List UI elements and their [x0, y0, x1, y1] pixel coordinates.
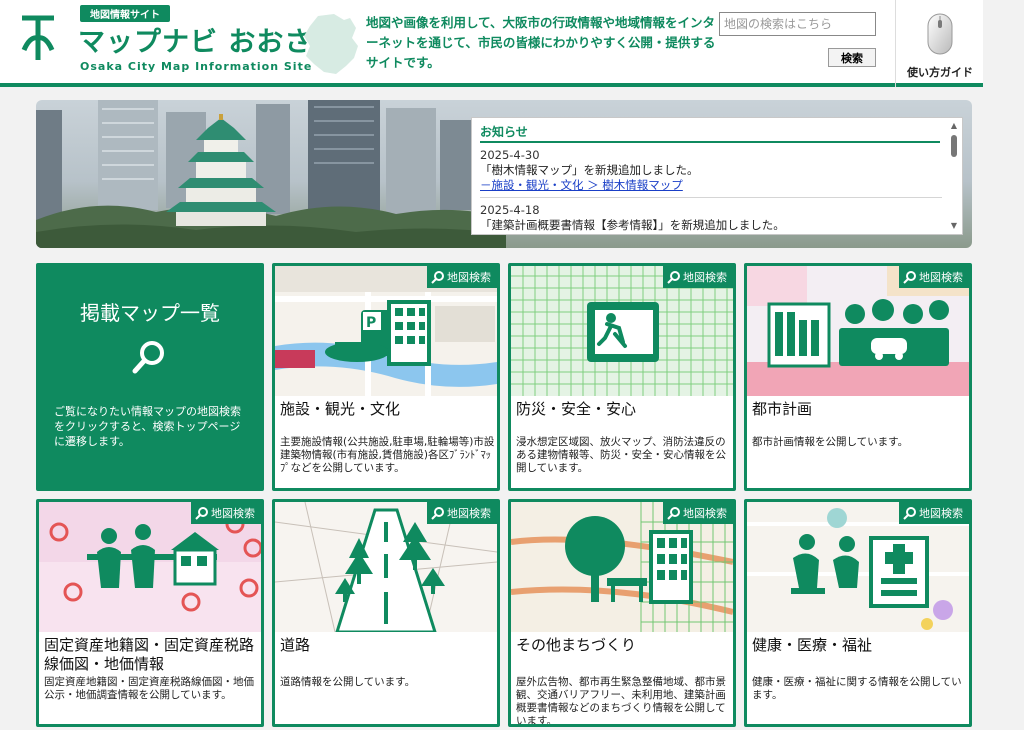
- tile-facilities-tourism-culture[interactable]: P 地図検索 施設・観光・文化 主要施設情報(公共施設,駐車場,駐輪場等)市設建…: [272, 263, 500, 491]
- news-item: 2025-4-30 「樹木情報マップ」を新規追加しました。 －施設・観光・文化 …: [480, 148, 942, 198]
- osaka-city-shape-icon: [304, 14, 358, 74]
- tile-description: 健康・医療・福祉に関する情報を公開しています。: [752, 676, 962, 701]
- map-search-label: 地図検索: [211, 507, 255, 520]
- tile-roads[interactable]: 地図検索 道路 道路情報を公開しています。: [272, 499, 500, 727]
- search-icon: [903, 507, 916, 520]
- news-date: 2025-4-30: [480, 148, 540, 162]
- tile-description: 屋外広告物、都市再生緊急整備地域、都市景観、交通バリアフリー、未利用地、建築計画…: [516, 676, 726, 727]
- search-icon: [431, 507, 444, 520]
- map-list-title: 掲載マップ一覧: [80, 301, 220, 325]
- tile-disaster-safety[interactable]: 地図検索 防災・安全・安心 浸水想定区域図、放火マップ、消防法違反のある建物情報…: [508, 263, 736, 491]
- map-search-badge[interactable]: 地図検索: [191, 502, 261, 524]
- map-list-tile[interactable]: 掲載マップ一覧 ご覧になりたい情報マップの地図検索をクリックすると、検索トップペ…: [36, 263, 264, 491]
- map-list-description: ご覧になりたい情報マップの地図検索をクリックすると、検索トップページに遷移します…: [54, 405, 241, 448]
- tile-title: 都市計画: [752, 400, 813, 418]
- mouse-icon: [927, 13, 953, 55]
- news-list[interactable]: 2025-4-30 「樹木情報マップ」を新規追加しました。 －施設・観光・文化 …: [480, 148, 942, 234]
- search-icon: [195, 507, 208, 520]
- tile-fixed-asset-land-price[interactable]: 地図検索 固定資産地籍図・固定資産税路線価図・地価情報 固定資産地籍図・固定資産…: [36, 499, 264, 727]
- tile-title: その他まちづくり: [516, 636, 637, 654]
- news-text: 「樹木情報マップ」を新規追加しました。: [480, 163, 699, 177]
- site-logo-icon[interactable]: [18, 12, 58, 64]
- map-search-badge[interactable]: 地図検索: [663, 266, 733, 288]
- tile-other-community-development[interactable]: 地図検索 その他まちづくり 屋外広告物、都市再生緊急整備地域、都市景観、交通バリ…: [508, 499, 736, 727]
- tile-title: 施設・観光・文化: [280, 400, 401, 418]
- map-search-input[interactable]: [719, 12, 876, 36]
- news-item: 2025-4-18 「建築計画概要書情報【参考情報】」を新規追加しました。: [480, 203, 942, 234]
- news-divider: [480, 141, 940, 143]
- map-search-label: 地図検索: [919, 271, 963, 284]
- site-header: 地図情報サイト マップナビ おおさか Osaka City Map Inform…: [0, 0, 1024, 87]
- news-date: 2025-4-18: [480, 203, 540, 217]
- tile-description: 道路情報を公開しています。: [280, 676, 416, 688]
- tile-description: 主要施設情報(公共施設,駐車場,駐輪場等)市設建築物情報(市有施設,賃借施設)各…: [280, 436, 495, 474]
- tile-description: 都市計画情報を公開しています。: [752, 436, 909, 448]
- header-spacer: [983, 0, 1024, 87]
- map-search-label: 地図検索: [683, 507, 727, 520]
- news-link[interactable]: －施設・観光・文化 ＞ 樹木情報マップ: [480, 178, 942, 193]
- usage-guide-button[interactable]: 使い方ガイド: [895, 0, 983, 87]
- usage-guide-label: 使い方ガイド: [907, 66, 973, 79]
- tile-description: 固定資産地籍図・固定資産税路線価図・地価公示・地価調査情報を公開しています。: [44, 676, 254, 701]
- search-icon: [667, 271, 680, 284]
- tile-title: 道路: [280, 636, 311, 654]
- site-intro: 地図や画像を利用して、大阪市の行政情報や地域情報をインターネットを通じて、市民の…: [366, 15, 716, 70]
- map-search-label: 地図検索: [447, 507, 491, 520]
- news-text: 「建築計画概要書情報【参考情報】」を新規追加しました。: [480, 218, 785, 232]
- tile-title: 健康・医療・福祉: [752, 636, 873, 654]
- search-icon: [667, 507, 680, 520]
- map-search-badge[interactable]: 地図検索: [899, 266, 969, 288]
- search-button[interactable]: 検索: [828, 48, 876, 67]
- map-search-label: 地図検索: [447, 271, 491, 284]
- map-search-badge[interactable]: 地図検索: [427, 266, 497, 288]
- news-scrollbar[interactable]: ▲ ▼: [949, 121, 959, 231]
- tile-urban-planning[interactable]: 地図検索 都市計画 都市計画情報を公開しています。: [744, 263, 972, 491]
- scroll-thumb[interactable]: [951, 135, 957, 157]
- map-search-label: 地図検索: [683, 271, 727, 284]
- scroll-down-arrow-icon[interactable]: ▼: [949, 221, 959, 231]
- map-search-label: 地図検索: [919, 507, 963, 520]
- news-panel: お知らせ 2025-4-30 「樹木情報マップ」を新規追加しました。 －施設・観…: [471, 117, 963, 235]
- map-search-badge[interactable]: 地図検索: [427, 502, 497, 524]
- news-title: お知らせ: [480, 125, 528, 139]
- tile-title: 防災・安全・安心: [516, 400, 637, 418]
- site-subtitle: Osaka City Map Information Site: [80, 60, 313, 73]
- map-search-badge[interactable]: 地図検索: [899, 502, 969, 524]
- tile-title: 固定資産地籍図・固定資産税路線価図・地価情報: [44, 636, 255, 673]
- map-search-badge[interactable]: 地図検索: [663, 502, 733, 524]
- scroll-up-arrow-icon[interactable]: ▲: [949, 121, 959, 131]
- tile-description: 浸水想定区域図、放火マップ、消防法違反のある建物情報等、防災・安全・安心情報を公…: [516, 436, 726, 474]
- search-icon: [903, 271, 916, 284]
- search-icon: [431, 271, 444, 284]
- svg-text:P: P: [366, 315, 376, 331]
- magnifier-icon: [132, 341, 164, 374]
- tile-health-medical-welfare[interactable]: 地図検索 健康・医療・福祉 健康・医療・福祉に関する情報を公開しています。: [744, 499, 972, 727]
